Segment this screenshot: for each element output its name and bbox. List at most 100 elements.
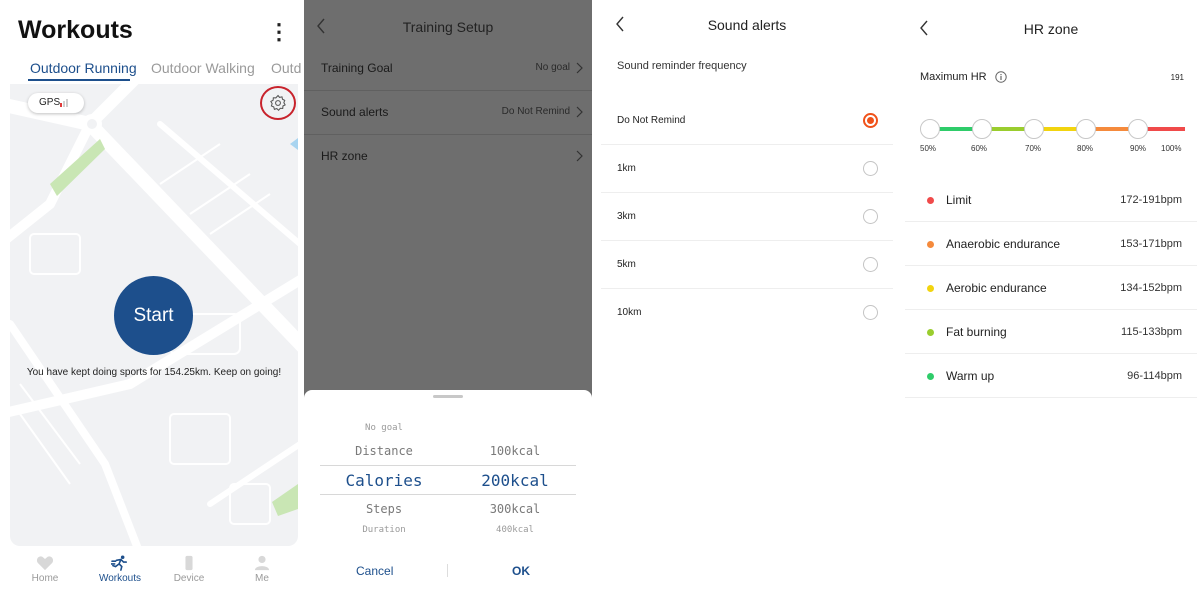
picker-divider-top <box>320 465 576 466</box>
zone-row-aerobic-endurance[interactable]: Aerobic endurance 134-152bpm <box>905 266 1197 310</box>
zone-slider-handle[interactable] <box>1024 119 1044 139</box>
zone-range: 172-191bpm <box>1120 194 1182 206</box>
hr-zone-row[interactable]: HR zone <box>304 135 592 179</box>
zone-row-fat-burning[interactable]: Fat burning 115-133bpm <box>905 310 1197 354</box>
cancel-button[interactable]: Cancel <box>356 564 393 578</box>
chevron-right-icon <box>576 150 583 162</box>
button-separator <box>447 564 448 577</box>
training-goal-label: Training Goal <box>321 61 393 75</box>
radio-selected-icon[interactable] <box>863 113 878 128</box>
percent-label: 90% <box>1130 144 1147 153</box>
sound-alerts-value: Do Not Remind <box>501 106 570 117</box>
percent-label: 50% <box>920 144 937 153</box>
picker-value-selected[interactable]: 200kcal <box>450 471 580 490</box>
nav-me[interactable]: Me <box>232 555 292 584</box>
more-menu-icon[interactable]: ⋮ <box>268 20 290 44</box>
sound-alerts-screen: Sound alerts Sound reminder frequency Do… <box>601 0 893 590</box>
radio-icon[interactable] <box>863 161 878 176</box>
nav-home[interactable]: Home <box>15 555 75 584</box>
tab-outdoor-running[interactable]: Outdoor Running <box>30 60 137 76</box>
option-label: 1km <box>617 163 636 174</box>
sound-alerts-label: Sound alerts <box>321 105 389 119</box>
zone-name: Fat burning <box>946 325 1007 339</box>
tab-outdoor-other[interactable]: Outd <box>271 60 301 76</box>
option-do-not-remind[interactable]: Do Not Remind <box>601 97 893 145</box>
watch-icon <box>185 555 193 571</box>
gear-icon[interactable] <box>269 94 287 112</box>
radio-icon[interactable] <box>863 209 878 224</box>
zone-name: Anaerobic endurance <box>946 237 1061 251</box>
picker-divider-bottom <box>320 494 576 495</box>
zone-slider-handle[interactable] <box>972 119 992 139</box>
picker-value-item[interactable]: 100kcal <box>450 444 580 458</box>
zone-color-dot <box>927 329 934 336</box>
start-button[interactable]: Start <box>114 276 193 355</box>
percent-label: 70% <box>1025 144 1042 153</box>
zone-range: 134-152bpm <box>1120 282 1182 294</box>
percent-label: 100% <box>1161 144 1182 153</box>
picker-value-item[interactable]: 400kcal <box>450 525 580 533</box>
max-hr-value: 191 <box>1170 73 1184 82</box>
option-label: 3km <box>617 211 636 222</box>
zone-slider-handle[interactable] <box>1076 119 1096 139</box>
zone-color-dot <box>927 197 934 204</box>
nav-me-label: Me <box>255 573 269 584</box>
zone-row-anaerobic-endurance[interactable]: Anaerobic endurance 153-171bpm <box>905 222 1197 266</box>
page-title: Workouts <box>18 16 133 44</box>
training-setup-screen: Training Setup Training Goal No goal Sou… <box>304 0 592 590</box>
active-tab-indicator <box>28 79 130 81</box>
zone-color-dot <box>927 373 934 380</box>
picker-goal-item[interactable]: Distance <box>320 444 448 458</box>
option-3km[interactable]: 3km <box>601 193 893 241</box>
hr-zone-bar <box>920 119 1185 139</box>
zone-row-warm-up[interactable]: Warm up 96-114bpm <box>905 354 1197 398</box>
nav-device-label: Device <box>173 573 205 584</box>
hr-zone-screen: HR zone Maximum HR 191 50% 60% 70% 80% 9… <box>905 0 1197 590</box>
ok-button[interactable]: OK <box>512 564 530 578</box>
zone-color-dot <box>927 241 934 248</box>
percent-label: 80% <box>1077 144 1094 153</box>
page-title: Training Setup <box>402 19 494 35</box>
gps-label: GPS <box>39 97 61 108</box>
percent-label: 60% <box>971 144 988 153</box>
zone-name: Aerobic endurance <box>946 281 1047 295</box>
zone-slider-handle[interactable] <box>920 119 940 139</box>
sound-alerts-row[interactable]: Sound alerts Do Not Remind <box>304 91 592 135</box>
option-label: 5km <box>617 259 636 270</box>
option-10km[interactable]: 10km <box>601 289 893 337</box>
radio-icon[interactable] <box>863 305 878 320</box>
picker-goal-item[interactable]: Steps <box>320 502 448 516</box>
section-subtitle: Sound reminder frequency <box>617 60 747 72</box>
picker-goal-selected[interactable]: Calories <box>320 471 448 490</box>
radio-icon[interactable] <box>863 257 878 272</box>
option-5km[interactable]: 5km <box>601 241 893 289</box>
option-label: 10km <box>617 307 642 318</box>
picker-goal-item[interactable]: No goal <box>320 423 448 433</box>
zone-row-limit[interactable]: Limit 172-191bpm <box>905 178 1197 222</box>
zone-range: 96-114bpm <box>1127 370 1182 382</box>
page-title: Sound alerts <box>707 17 787 33</box>
training-goal-value: No goal <box>535 62 570 73</box>
nav-workouts-label: Workouts <box>98 573 142 584</box>
zone-name: Warm up <box>946 369 995 383</box>
chevron-right-icon <box>576 106 583 118</box>
nav-device[interactable]: Device <box>159 555 219 584</box>
zone-name: Limit <box>946 193 972 207</box>
tab-outdoor-walking[interactable]: Outdoor Walking <box>151 60 255 76</box>
zone-color-dot <box>927 285 934 292</box>
zone-slider-handle[interactable] <box>1128 119 1148 139</box>
zone-range: 153-171bpm <box>1120 238 1182 250</box>
heart-icon <box>36 556 54 571</box>
picker-value-item[interactable]: 300kcal <box>450 502 580 516</box>
training-goal-row[interactable]: Training Goal No goal <box>304 47 592 91</box>
info-icon[interactable] <box>995 71 1007 83</box>
option-1km[interactable]: 1km <box>601 145 893 193</box>
nav-home-label: Home <box>31 573 59 584</box>
page-title: HR zone <box>1023 21 1079 37</box>
sheet-handle[interactable] <box>433 395 463 398</box>
workouts-screen: Workouts ⋮ Outdoor Running Outdoor Walki… <box>0 0 304 590</box>
nav-workouts[interactable]: Workouts <box>90 555 150 584</box>
zone-range: 115-133bpm <box>1121 326 1182 338</box>
max-hr-label: Maximum HR <box>920 71 987 83</box>
picker-goal-item[interactable]: Duration <box>320 525 448 533</box>
